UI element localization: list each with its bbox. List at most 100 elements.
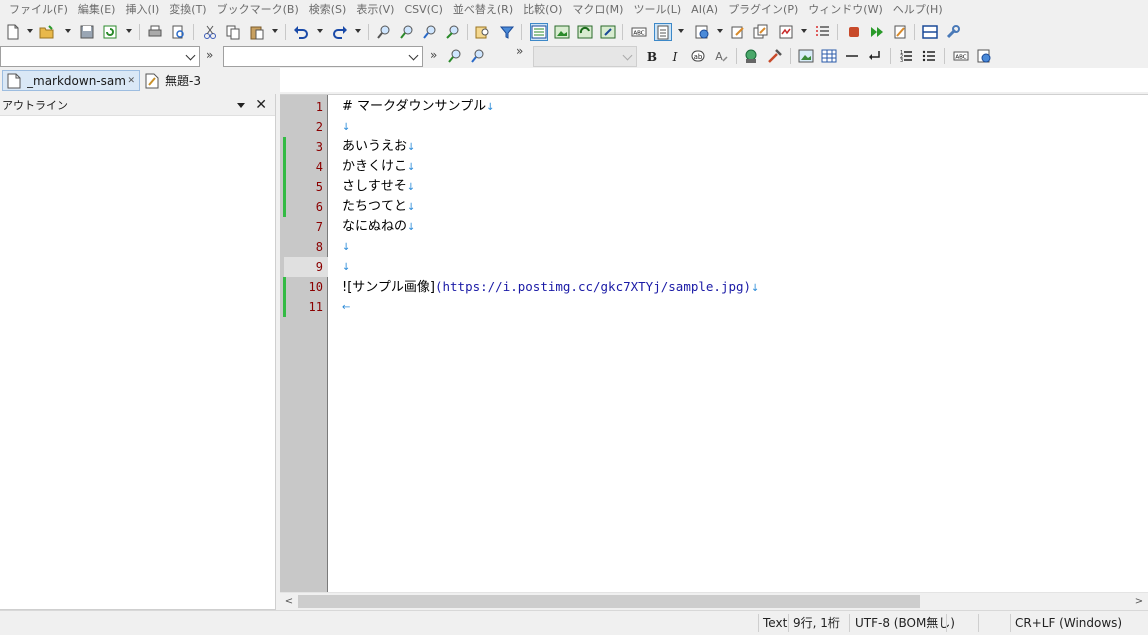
menu-macro[interactable]: マクロ(M) xyxy=(567,0,628,20)
redo-dropdown-icon[interactable] xyxy=(355,29,361,33)
tab-markdown-sample[interactable]: _markdown-sample. ✕ xyxy=(2,70,140,91)
open-dropdown-icon[interactable] xyxy=(65,29,71,33)
editor-line[interactable]: ↓ xyxy=(342,257,350,277)
status-mode[interactable]: Text xyxy=(759,611,791,635)
cut-icon[interactable] xyxy=(201,23,219,41)
menu-help[interactable]: ヘルプ(H) xyxy=(888,0,948,20)
replace-icon[interactable] xyxy=(444,23,462,41)
menu-file[interactable]: ファイル(F) xyxy=(4,0,73,20)
paste-icon[interactable] xyxy=(248,23,266,41)
record-macro-icon[interactable] xyxy=(845,23,863,41)
editor-line[interactable]: あいうえお↓ xyxy=(342,137,415,157)
web-dropdown-icon[interactable] xyxy=(717,29,723,33)
editor-line[interactable]: ↓ xyxy=(342,117,350,137)
close-icon[interactable]: ✕ xyxy=(127,76,135,86)
bullet-list-icon[interactable] xyxy=(920,47,938,65)
edit-view-icon[interactable] xyxy=(599,23,617,41)
font-color-icon[interactable]: A xyxy=(712,47,730,65)
text-editor[interactable]: 1 2 3 4 5 6 7 8 9 10 11 # マークダウンサンプル↓ ↓ … xyxy=(280,94,1148,593)
editor-line[interactable]: かきくけこ↓ xyxy=(342,157,415,177)
chevron-right-icon[interactable]: » xyxy=(516,44,523,58)
line-break-icon[interactable] xyxy=(866,47,884,65)
clipboard-icon[interactable] xyxy=(654,23,672,41)
scroll-left-icon[interactable]: < xyxy=(282,595,296,608)
insert-table-icon[interactable] xyxy=(820,47,838,65)
editor-line[interactable]: たちつてと↓ xyxy=(342,197,415,217)
link-globe-icon[interactable] xyxy=(742,47,760,65)
editor-line[interactable]: ← xyxy=(342,297,350,317)
tools-icon[interactable] xyxy=(766,47,784,65)
menu-csv[interactable]: CSV(C) xyxy=(399,0,447,20)
undo-dropdown-icon[interactable] xyxy=(317,29,323,33)
paste-dropdown-icon[interactable] xyxy=(272,29,278,33)
find-previous-2-icon[interactable] xyxy=(469,47,487,65)
menu-convert[interactable]: 変換(T) xyxy=(164,0,211,20)
horizontal-scrollbar[interactable]: < > xyxy=(280,592,1148,609)
split-window-icon[interactable] xyxy=(921,23,939,41)
status-position[interactable]: 9行, 1桁 xyxy=(789,611,844,635)
filter-icon[interactable] xyxy=(498,23,516,41)
tab-untitled-3[interactable]: 無題-3 xyxy=(141,70,211,91)
bold-icon[interactable]: B xyxy=(643,47,661,65)
print-preview-icon[interactable] xyxy=(169,23,187,41)
numbered-list-icon[interactable]: 123 xyxy=(897,47,915,65)
list-icon[interactable] xyxy=(814,23,832,41)
menu-compare[interactable]: 比較(O) xyxy=(518,0,567,20)
compare-icon[interactable] xyxy=(777,23,795,41)
find-in-files-icon[interactable] xyxy=(474,23,492,41)
editor-line[interactable]: なにぬねの↓ xyxy=(342,217,415,237)
scrollbar-thumb[interactable] xyxy=(298,595,920,608)
abc-icon[interactable]: ABC xyxy=(952,47,970,65)
outline-toggle-icon[interactable] xyxy=(530,23,548,41)
italic-icon[interactable]: I xyxy=(666,47,684,65)
abc-spell-icon[interactable]: ABC xyxy=(630,23,648,41)
underline-icon[interactable]: ab xyxy=(689,47,707,65)
web-icon[interactable] xyxy=(693,23,711,41)
copy-icon[interactable] xyxy=(224,23,242,41)
editor-line[interactable]: さしすせそ↓ xyxy=(342,177,415,197)
image-view-icon[interactable] xyxy=(553,23,571,41)
save-icon[interactable] xyxy=(78,23,96,41)
replace-combo[interactable] xyxy=(223,46,423,67)
font-combo[interactable] xyxy=(533,46,637,67)
macro-edit-icon[interactable] xyxy=(891,23,909,41)
find-next-2-icon[interactable] xyxy=(446,47,464,65)
open-folder-icon[interactable] xyxy=(38,23,56,41)
reload-dropdown-icon[interactable] xyxy=(126,29,132,33)
chevron-down-icon[interactable] xyxy=(237,103,245,108)
editor-line[interactable]: ![サンプル画像](https://i.postimg.cc/gkc7XTYj/… xyxy=(342,277,759,297)
menu-bookmark[interactable]: ブックマーク(B) xyxy=(212,0,304,20)
menu-edit[interactable]: 編集(E) xyxy=(73,0,121,20)
status-newline[interactable]: CR+LF (Windows) xyxy=(1011,611,1126,635)
menu-insert[interactable]: 挿入(I) xyxy=(120,0,164,20)
editor-line[interactable]: ↓ xyxy=(342,237,350,257)
tag-jump-icon[interactable] xyxy=(729,23,747,41)
sync-view-icon[interactable] xyxy=(576,23,594,41)
chevron-right-icon[interactable]: » xyxy=(206,48,213,62)
print-icon[interactable] xyxy=(146,23,164,41)
run-macro-icon[interactable] xyxy=(868,23,886,41)
scroll-right-icon[interactable]: > xyxy=(1132,595,1146,608)
menu-view[interactable]: 表示(V) xyxy=(351,0,399,20)
insert-image-icon[interactable] xyxy=(797,47,815,65)
undo-icon[interactable] xyxy=(292,23,310,41)
menu-ai[interactable]: AI(A) xyxy=(686,0,723,20)
compare-dropdown-icon[interactable] xyxy=(801,29,807,33)
new-file-icon[interactable] xyxy=(4,23,22,41)
find-previous-icon[interactable] xyxy=(421,23,439,41)
preview-icon[interactable] xyxy=(975,47,993,65)
close-icon[interactable]: ✕ xyxy=(255,97,267,113)
multi-edit-icon[interactable] xyxy=(752,23,770,41)
status-encoding[interactable]: UTF-8 (BOM無し) xyxy=(851,611,959,635)
chevron-right-icon[interactable]: » xyxy=(430,48,437,62)
redo-icon[interactable] xyxy=(331,23,349,41)
menu-tools[interactable]: ツール(L) xyxy=(628,0,686,20)
clipboard-dropdown-icon[interactable] xyxy=(678,29,684,33)
editor-line[interactable]: # マークダウンサンプル↓ xyxy=(342,97,495,117)
new-file-dropdown-icon[interactable] xyxy=(27,29,33,33)
menu-plugin[interactable]: プラグイン(P) xyxy=(723,0,803,20)
reload-icon[interactable] xyxy=(101,23,119,41)
settings-wrench-icon[interactable] xyxy=(944,23,962,41)
horizontal-rule-icon[interactable] xyxy=(843,47,861,65)
search-combo[interactable] xyxy=(0,46,200,67)
